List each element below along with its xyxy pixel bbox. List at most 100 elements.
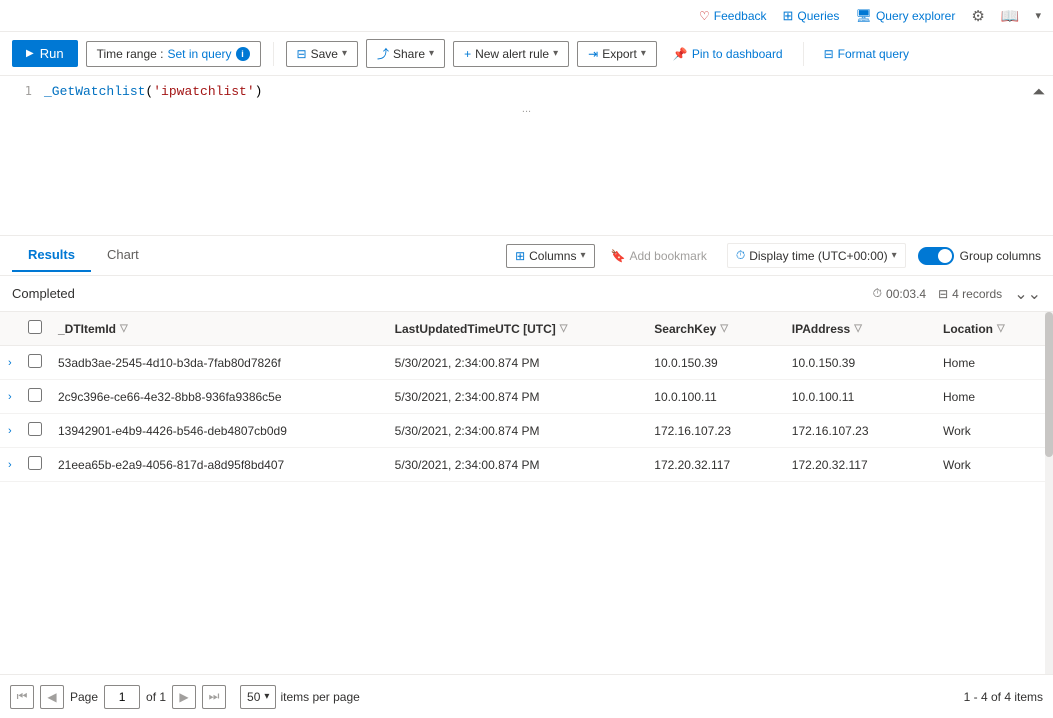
page-label: Page <box>70 690 98 704</box>
pin-icon: 📌 <box>673 47 688 61</box>
export-button[interactable]: ⇥ Export ▾ <box>577 41 657 67</box>
code-function: _GetWatchlist <box>44 84 145 99</box>
results-table: _DTItemId ▽ LastUpdatedTimeUTC [UTC] ▽ <box>0 312 1045 482</box>
info-icon: i <box>236 47 250 61</box>
pagination-bar: ⏮ ◀ Page of 1 ▶ ⏭ 50 ▾ items per page 1 … <box>0 674 1053 718</box>
results-table-container: _DTItemId ▽ LastUpdatedTimeUTC [UTC] ▽ <box>0 312 1053 674</box>
row-checkbox-2[interactable] <box>20 414 50 448</box>
query-editor[interactable]: 1 _GetWatchlist('ipwatchlist') ... ⏶ <box>0 76 1053 236</box>
searchkey-filter-icon[interactable]: ▽ <box>720 323 728 334</box>
export-icon: ⇥ <box>588 47 598 61</box>
feedback-label: Feedback <box>714 9 767 23</box>
display-time-button[interactable]: ⏱ Display time (UTC+00:00) ▾ <box>727 243 906 268</box>
group-columns-label: Group columns <box>960 249 1041 263</box>
row-ip-1: 10.0.100.11 <box>784 380 935 414</box>
top-toolbar: ♡ Feedback ⊞ Queries 🖥 Query explorer ⚙ … <box>0 0 1053 32</box>
editor-code-line: _GetWatchlist('ipwatchlist') <box>44 84 262 99</box>
page-number-input[interactable] <box>104 685 140 709</box>
share-button[interactable]: ⤴ Share ▾ <box>366 39 445 68</box>
row-ip-0: 10.0.150.39 <box>784 346 935 380</box>
row-time-1: 5/30/2021, 2:34:00.874 PM <box>387 380 647 414</box>
format-query-button[interactable]: ⊟ Format query <box>816 42 917 66</box>
save-icon: ⊟ <box>297 47 307 61</box>
format-label: Format query <box>838 47 909 61</box>
expand-results-button[interactable]: ⌄⌄ <box>1014 284 1041 304</box>
export-chevron: ▾ <box>641 48 646 59</box>
tab-chart[interactable]: Chart <box>91 239 155 272</box>
group-columns-toggle: Group columns <box>918 247 1041 265</box>
row-dtitemid-1: 2c9c396e-ce66-4e32-8bb8-936fa9386c5e <box>50 380 387 414</box>
queries-icon: ⊞ <box>783 8 794 24</box>
col-ipaddress-label: IPAddress <box>792 322 850 336</box>
clock-small-icon: ⏱ <box>873 286 882 301</box>
queries-label: Queries <box>797 9 839 23</box>
bookmark-icon: 🔖 <box>611 249 626 263</box>
pin-dashboard-button[interactable]: 📌 Pin to dashboard <box>665 42 791 66</box>
chart-tab-label: Chart <box>107 247 139 262</box>
time-range-button[interactable]: Time range : Set in query i <box>86 41 261 67</box>
format-icon: ⊟ <box>824 47 834 61</box>
results-area: Results Chart ⊞ Columns ▾ 🔖 Add bookmark… <box>0 236 1053 718</box>
scrollbar-track[interactable] <box>1045 312 1053 674</box>
row-checkbox-3[interactable] <box>20 448 50 482</box>
table-header-row: _DTItemId ▽ LastUpdatedTimeUTC [UTC] ▽ <box>0 312 1045 346</box>
chevron-down-icon[interactable]: ▾ <box>1035 9 1041 22</box>
first-page-button[interactable]: ⏮ <box>10 685 34 709</box>
location-filter-icon[interactable]: ▽ <box>997 323 1005 334</box>
select-all-checkbox[interactable] <box>28 320 42 334</box>
results-status-bar: Completed ⏱ 00:03.4 ⊟ 4 records ⌄⌄ <box>0 276 1053 312</box>
row-expand-0[interactable]: › <box>0 346 20 380</box>
row-searchkey-3: 172.20.32.117 <box>646 448 783 482</box>
add-bookmark-label: Add bookmark <box>629 249 706 263</box>
items-per-page-dropdown[interactable]: 50 ▾ <box>240 685 276 709</box>
row-checkbox-1[interactable] <box>20 380 50 414</box>
th-dtitemid: _DTItemId ▽ <box>50 312 387 346</box>
share-chevron: ▾ <box>429 48 434 59</box>
th-ipaddress: IPAddress ▽ <box>784 312 935 346</box>
records-count-value: 4 records <box>952 287 1002 301</box>
new-alert-button[interactable]: + New alert rule ▾ <box>453 41 569 67</box>
columns-button[interactable]: ⊞ Columns ▾ <box>506 244 594 268</box>
queries-button[interactable]: ⊞ Queries <box>783 8 840 24</box>
save-label: Save <box>311 47 338 61</box>
query-explorer-button[interactable]: 🖥 Query explorer <box>855 8 955 24</box>
dtitemid-filter-icon[interactable]: ▽ <box>120 323 128 334</box>
feedback-button[interactable]: ♡ Feedback <box>699 9 766 23</box>
collapse-editor-button[interactable]: ⏶ <box>1032 84 1045 102</box>
book-icon[interactable]: 📖 <box>1001 7 1020 25</box>
ipaddress-filter-icon[interactable]: ▽ <box>854 323 862 334</box>
tab-results[interactable]: Results <box>12 239 91 272</box>
group-columns-toggle-switch[interactable] <box>918 247 954 265</box>
run-button[interactable]: ▶ Run <box>12 40 78 67</box>
clock-icon: ⏱ <box>736 248 745 263</box>
row-location-2: Work <box>935 414 1045 448</box>
status-text: Completed <box>12 286 873 301</box>
code-paren-close: ) <box>255 84 263 99</box>
prev-page-button[interactable]: ◀ <box>40 685 64 709</box>
row-expand-1[interactable]: › <box>0 380 20 414</box>
records-count: ⊟ 4 records <box>938 287 1002 301</box>
th-checkbox <box>20 312 50 346</box>
settings-icon[interactable]: ⚙ <box>971 7 984 25</box>
row-expand-3[interactable]: › <box>0 448 20 482</box>
lastupdated-filter-icon[interactable]: ▽ <box>560 323 568 334</box>
row-searchkey-0: 10.0.150.39 <box>646 346 783 380</box>
row-expand-2[interactable]: › <box>0 414 20 448</box>
th-searchkey: SearchKey ▽ <box>646 312 783 346</box>
col-dtitemid-label: _DTItemId <box>58 322 116 336</box>
separator-1 <box>273 42 274 66</box>
row-checkbox-0[interactable] <box>20 346 50 380</box>
scrollbar-thumb[interactable] <box>1045 312 1053 457</box>
page-count-label: 1 - 4 of 4 items <box>964 690 1043 704</box>
save-button[interactable]: ⊟ Save ▾ <box>286 41 358 67</box>
last-page-button[interactable]: ⏭ <box>202 685 226 709</box>
separator-2 <box>803 42 804 66</box>
run-label: Run <box>40 46 64 61</box>
display-time-label: Display time (UTC+00:00) <box>749 249 887 263</box>
next-page-button[interactable]: ▶ <box>172 685 196 709</box>
row-time-2: 5/30/2021, 2:34:00.874 PM <box>387 414 647 448</box>
items-per-page-value: 50 <box>247 690 260 704</box>
add-bookmark-button[interactable]: 🔖 Add bookmark <box>603 245 715 267</box>
alert-icon: + <box>464 47 471 61</box>
row-searchkey-1: 10.0.100.11 <box>646 380 783 414</box>
